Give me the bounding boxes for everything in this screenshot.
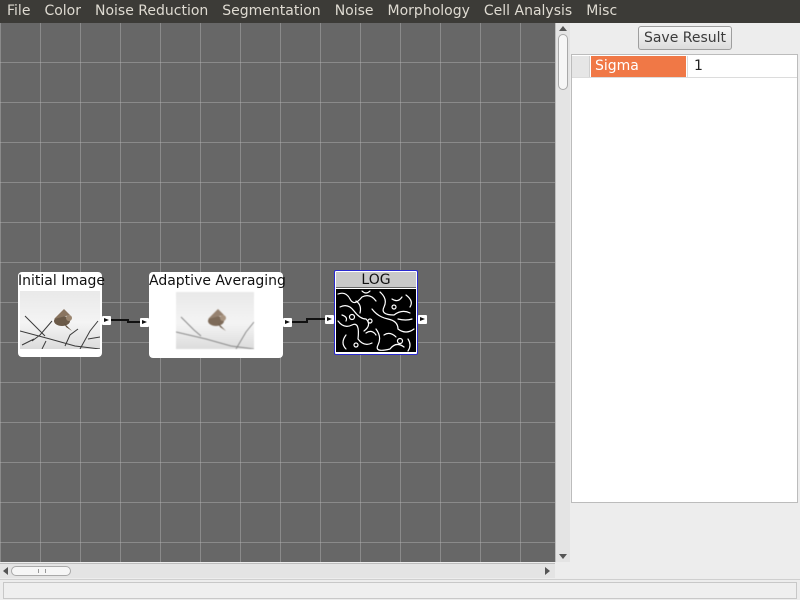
output-port-log[interactable] <box>418 315 427 324</box>
status-field <box>3 582 797 599</box>
wire-adaptive-to-log <box>292 318 325 323</box>
row-header[interactable] <box>572 56 590 77</box>
menu-misc[interactable]: Misc <box>579 0 624 23</box>
menu-color[interactable]: Color <box>37 0 88 23</box>
menu-noise[interactable]: Noise <box>328 0 381 23</box>
menu-noise-reduction[interactable]: Noise Reduction <box>88 0 215 23</box>
property-value-field[interactable]: 1 <box>687 56 797 77</box>
node-graph-canvas[interactable]: Initial Image Adaptive Averaging LOG <box>0 23 555 562</box>
output-port-initial[interactable] <box>102 316 111 325</box>
menu-segmentation[interactable]: Segmentation <box>215 0 327 23</box>
scrollbar-thumb[interactable] <box>558 34 568 90</box>
canvas-vertical-scrollbar[interactable] <box>555 23 570 562</box>
node-title: Initial Image <box>18 273 106 289</box>
edge-map-thumbnail <box>336 289 416 352</box>
menu-file[interactable]: File <box>0 0 37 23</box>
menu-cell-analysis[interactable]: Cell Analysis <box>477 0 579 23</box>
grip-icon <box>38 569 46 573</box>
scroll-left-icon[interactable] <box>3 567 8 575</box>
node-title: LOG <box>336 272 416 288</box>
scroll-down-icon[interactable] <box>559 554 567 559</box>
node-initial-image[interactable]: Initial Image <box>18 272 106 357</box>
property-table: Sigma 1 <box>571 54 798 503</box>
canvas-horizontal-scrollbar[interactable] <box>0 563 555 578</box>
output-port-adaptive[interactable] <box>283 318 292 327</box>
bird-photo-thumbnail <box>176 292 254 349</box>
menu-morphology[interactable]: Morphology <box>381 0 477 23</box>
input-port-adaptive[interactable] <box>140 318 149 327</box>
node-title: Adaptive Averaging <box>149 273 286 289</box>
node-log[interactable]: LOG <box>334 270 418 355</box>
scroll-up-icon[interactable] <box>559 26 567 31</box>
save-result-button[interactable]: Save Result <box>638 26 732 50</box>
node-adaptive-averaging[interactable]: Adaptive Averaging <box>149 272 286 358</box>
property-row-sigma[interactable]: Sigma 1 <box>572 56 797 78</box>
status-bar <box>0 579 800 600</box>
menubar: File Color Noise Reduction Segmentation … <box>0 0 800 23</box>
property-name: Sigma <box>591 56 686 77</box>
input-port-log[interactable] <box>325 315 334 324</box>
wire-initial-to-adaptive <box>111 319 140 323</box>
scrollbar-thumb[interactable] <box>11 566 71 576</box>
scroll-right-icon[interactable] <box>545 567 550 575</box>
bird-photo-thumbnail <box>20 291 100 349</box>
